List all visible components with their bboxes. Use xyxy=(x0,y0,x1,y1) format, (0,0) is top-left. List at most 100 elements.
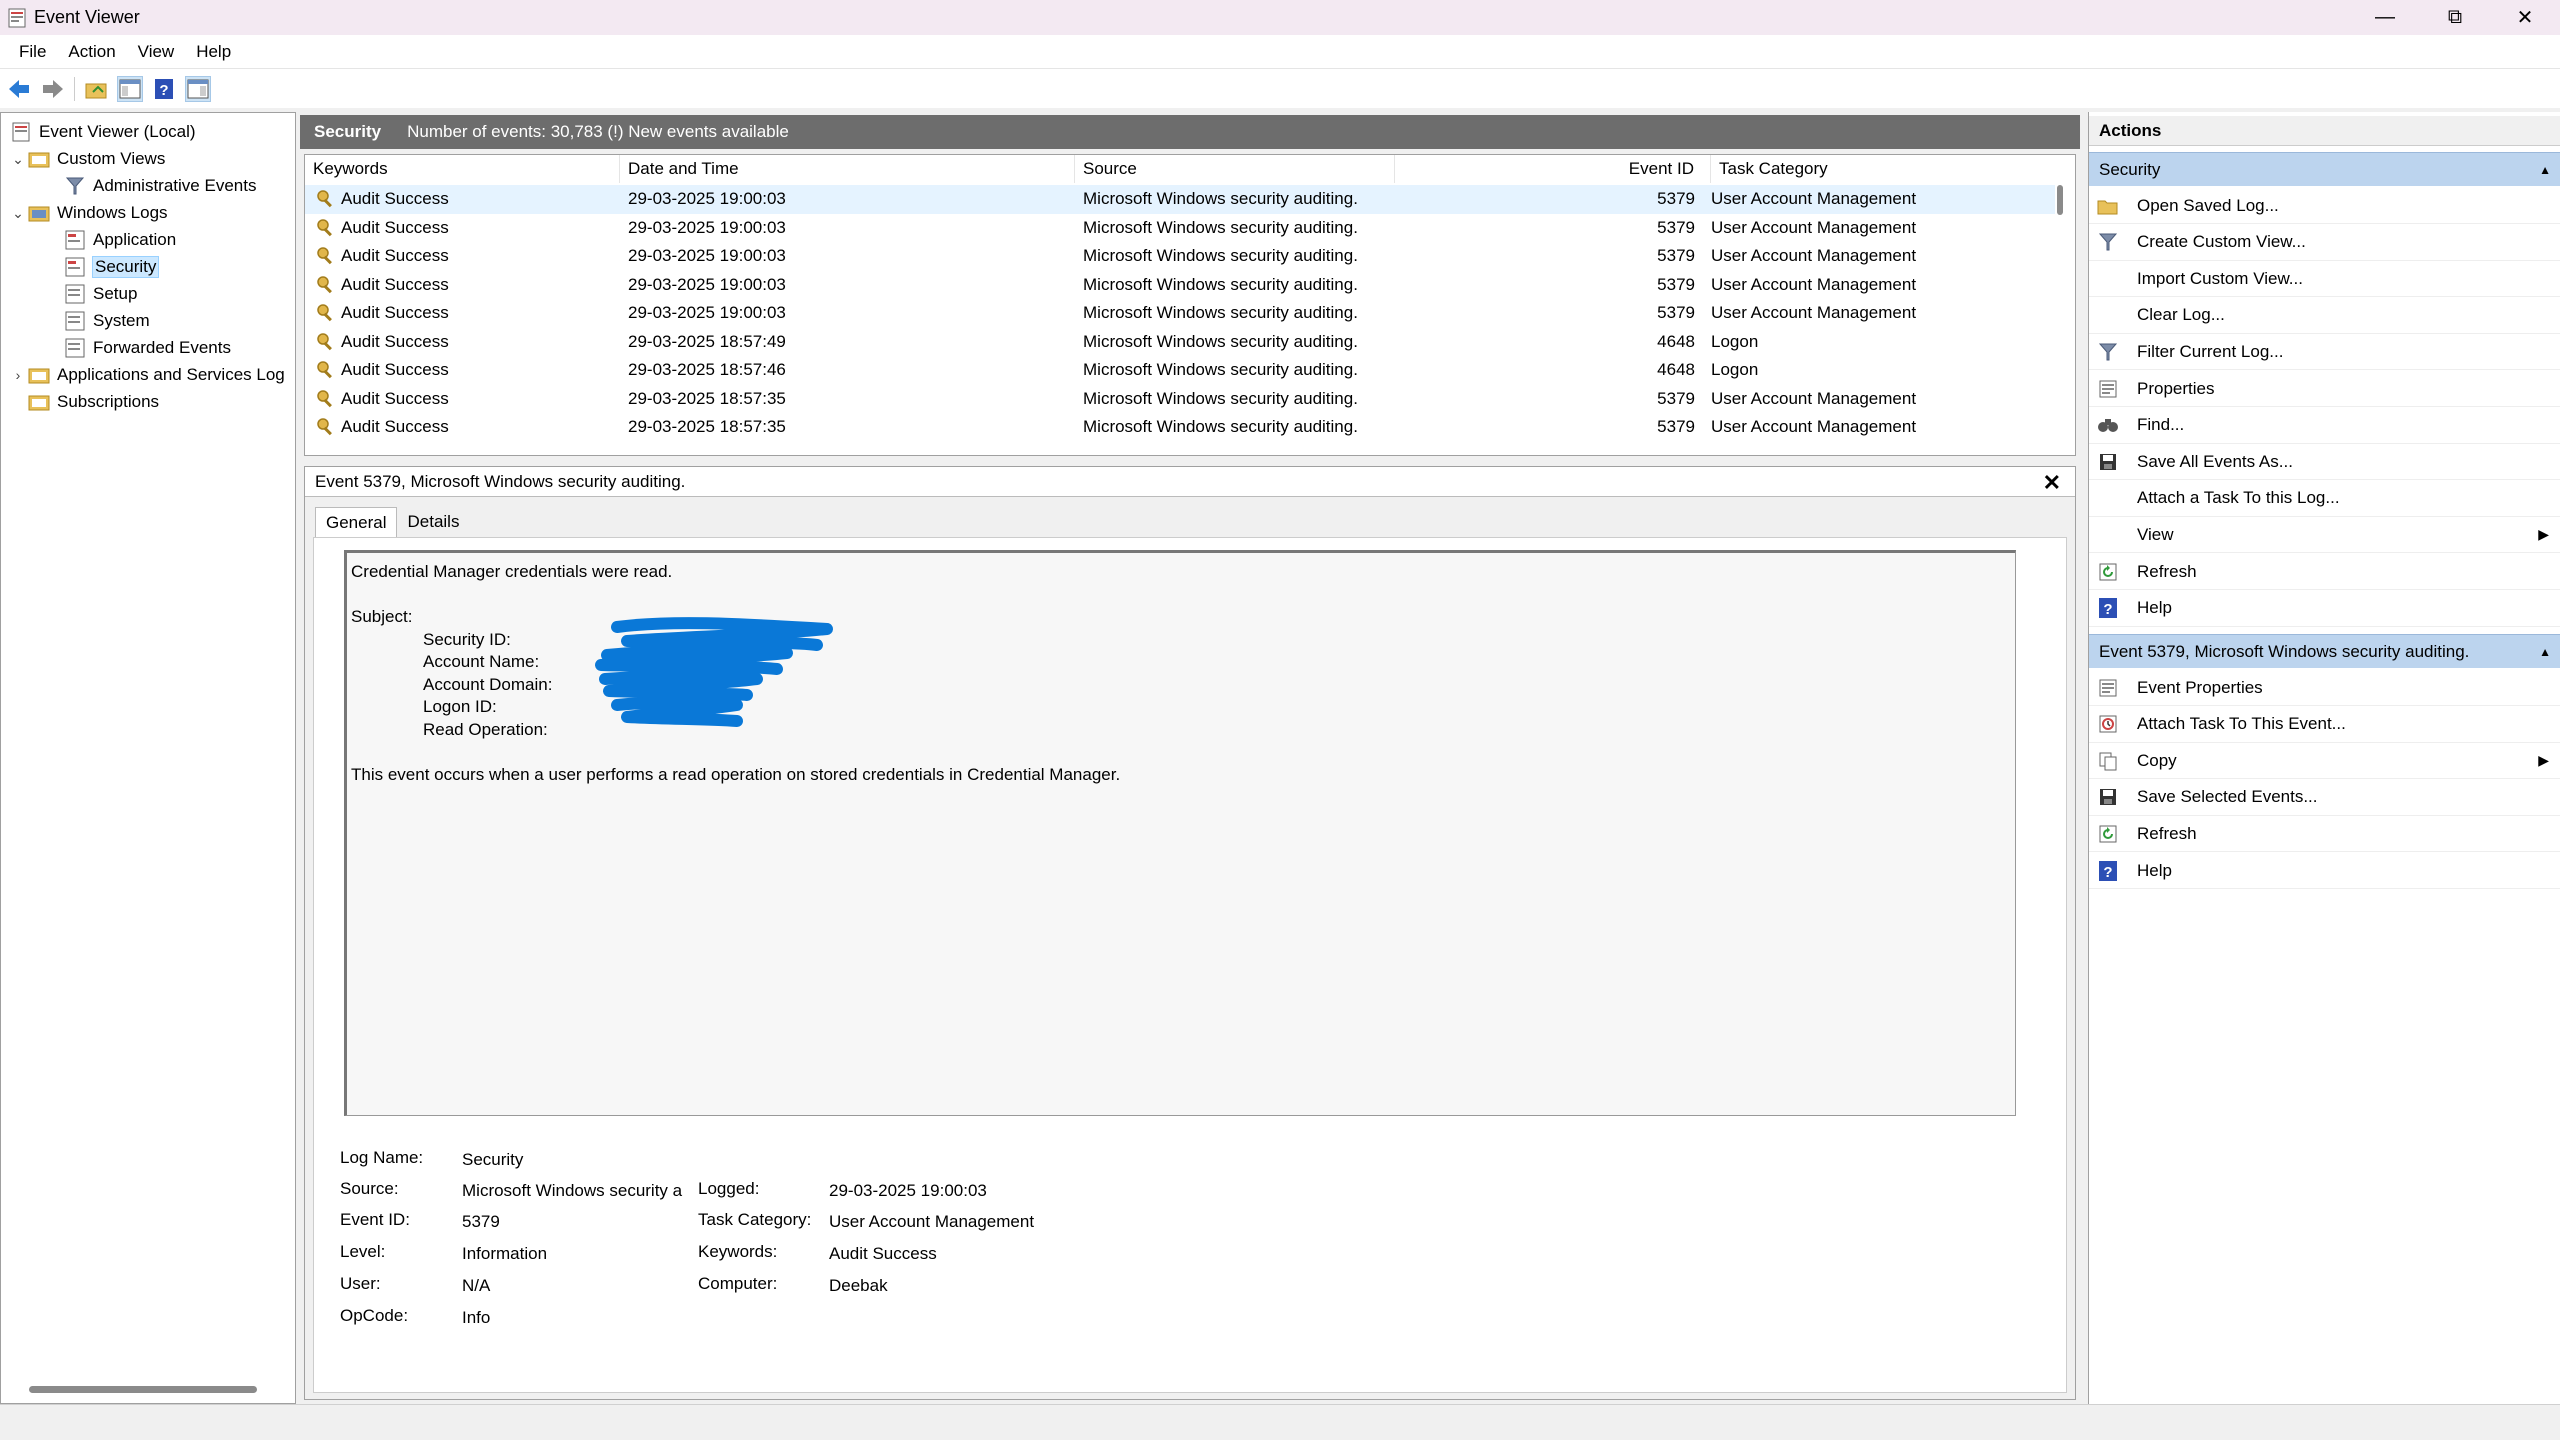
action-item[interactable]: ? Help xyxy=(2089,853,2560,889)
cell-keywords-text: Audit Success xyxy=(341,360,449,380)
show-hide-action-pane-button[interactable] xyxy=(185,75,211,102)
action-item[interactable]: Find... xyxy=(2089,408,2560,444)
restore-button[interactable]: ⧉ xyxy=(2420,0,2490,35)
prop-value-keywords[interactable]: Audit Success xyxy=(829,1244,937,1264)
tab-general[interactable]: General xyxy=(315,507,398,538)
task-icon xyxy=(2095,711,2121,737)
prop-value-level[interactable]: Information xyxy=(462,1244,547,1264)
column-source[interactable]: Source xyxy=(1075,155,1395,183)
tree-item-system[interactable]: System xyxy=(63,308,150,334)
cell-task-category: User Account Management xyxy=(1711,388,1917,408)
tree-item-forwarded-events[interactable]: Forwarded Events xyxy=(63,335,231,361)
cell-task-category: User Account Management xyxy=(1711,303,1917,323)
cell-event-id: 5379 xyxy=(1657,246,1695,266)
action-item[interactable]: Clear Log... xyxy=(2089,298,2560,334)
chevron-down-icon[interactable]: ⌄ xyxy=(9,151,27,168)
action-item[interactable]: Properties xyxy=(2089,371,2560,407)
chevron-right-icon[interactable]: › xyxy=(9,367,27,383)
tree-label: Subscriptions xyxy=(57,392,160,411)
close-detail-icon[interactable]: ✕ xyxy=(2043,470,2061,496)
prop-label-opcode: OpCode: xyxy=(340,1306,409,1325)
table-row[interactable]: Audit Success 29-03-2025 19:00:03 Microsof… xyxy=(305,185,2055,214)
tree-item-applications-and-services[interactable]: › Applications and Services Log xyxy=(9,362,285,388)
prop-value-event-id[interactable]: 5379 xyxy=(462,1212,500,1232)
action-label: Attach a Task To this Log... xyxy=(2137,488,2340,508)
table-row[interactable]: Audit Success 29-03-2025 18:57:35 Microsof… xyxy=(305,385,2055,414)
cell-task-category: User Account Management xyxy=(1711,217,1917,237)
chevron-down-icon[interactable]: ⌄ xyxy=(9,205,27,222)
up-folder-button[interactable] xyxy=(83,76,109,102)
table-row[interactable]: Audit Success 29-03-2025 18:57:35 Microsof… xyxy=(305,413,2055,442)
help-toolbar-button[interactable]: ? xyxy=(151,76,177,102)
tree-item-application[interactable]: Application xyxy=(63,227,176,253)
collapse-caret-icon[interactable]: ▲ xyxy=(2539,163,2551,177)
tree-item-administrative-events[interactable]: Administrative Events xyxy=(63,173,256,199)
table-row[interactable]: Audit Success 29-03-2025 19:00:03 Microsof… xyxy=(305,242,2055,271)
forward-button[interactable] xyxy=(40,76,66,102)
table-row[interactable]: Audit Success 29-03-2025 18:57:49 Microsof… xyxy=(305,328,2055,357)
tree-item-setup[interactable]: Setup xyxy=(63,281,137,307)
action-item[interactable]: Open Saved Log... xyxy=(2089,188,2560,224)
table-row[interactable]: Audit Success 29-03-2025 19:00:03 Microsof… xyxy=(305,299,2055,328)
status-bar xyxy=(0,1404,2560,1440)
column-date-time[interactable]: Date and Time xyxy=(620,155,1075,183)
event-detail-title: Event 5379, Microsoft Windows security a… xyxy=(315,471,686,491)
prop-value-task-category[interactable]: User Account Management xyxy=(829,1212,1034,1232)
blank-icon xyxy=(2095,266,2121,292)
menu-file[interactable]: File xyxy=(8,42,57,62)
event-list: Keywords Date and Time Source Event ID T… xyxy=(304,154,2076,456)
actions-section-security[interactable]: Security ▲ xyxy=(2089,152,2560,186)
action-item[interactable]: Attach a Task To this Log... xyxy=(2089,481,2560,517)
action-item[interactable]: Import Custom View... xyxy=(2089,261,2560,298)
action-item[interactable]: ? Help xyxy=(2089,591,2560,627)
audit-key-icon xyxy=(315,245,337,267)
table-row[interactable]: Audit Success 29-03-2025 19:00:03 Microsof… xyxy=(305,214,2055,243)
detail-tabs: General Details xyxy=(315,507,469,538)
prop-label-event-id: Event ID: xyxy=(340,1210,410,1229)
action-item[interactable]: Refresh xyxy=(2089,554,2560,590)
tab-details[interactable]: Details xyxy=(397,507,469,538)
close-window-button[interactable]: ✕ xyxy=(2490,0,2560,35)
prop-value-computer[interactable]: Deebak xyxy=(829,1276,888,1296)
actions-section-event[interactable]: Event 5379, Microsoft Windows security a… xyxy=(2089,634,2560,668)
minimize-button[interactable]: — xyxy=(2350,0,2420,35)
audit-key-icon xyxy=(315,416,337,438)
prop-value-logged[interactable]: 29-03-2025 19:00:03 xyxy=(829,1181,987,1201)
prop-value-user[interactable]: N/A xyxy=(462,1276,490,1296)
tree-item-subscriptions[interactable]: Subscriptions xyxy=(27,389,159,415)
show-hide-console-tree-button[interactable] xyxy=(117,75,143,102)
menu-view[interactable]: View xyxy=(127,42,186,62)
tree-item-event-viewer-local[interactable]: Event Viewer (Local) xyxy=(9,119,196,145)
action-item[interactable]: Event Properties xyxy=(2089,670,2560,706)
event-message[interactable]: Credential Manager credentials were read… xyxy=(344,550,2016,1116)
cell-keywords-text: Audit Success xyxy=(341,331,449,351)
column-task-category[interactable]: Task Category xyxy=(1711,155,2057,183)
vertical-scrollbar[interactable] xyxy=(2057,185,2063,215)
audit-key-icon xyxy=(315,302,337,324)
table-row[interactable]: Audit Success 29-03-2025 18:57:46 Microsof… xyxy=(305,356,2055,385)
action-item[interactable]: Save All Events As... xyxy=(2089,444,2560,481)
table-row[interactable]: Audit Success 29-03-2025 19:00:03 Microsof… xyxy=(305,271,2055,300)
prop-value-opcode[interactable]: Info xyxy=(462,1308,490,1328)
horizontal-scrollbar[interactable] xyxy=(29,1386,257,1393)
action-item[interactable]: Refresh xyxy=(2089,816,2560,853)
menu-help[interactable]: Help xyxy=(185,42,242,62)
message-line: Credential Manager credentials were read… xyxy=(351,562,673,581)
action-item[interactable]: Copy ▶ xyxy=(2089,743,2560,780)
menu-action[interactable]: Action xyxy=(57,42,126,62)
tree-item-windows-logs[interactable]: ⌄ Windows Logs xyxy=(9,200,167,226)
action-item[interactable]: Save Selected Events... xyxy=(2089,780,2560,816)
tree-item-custom-views[interactable]: ⌄ Custom Views xyxy=(9,146,165,172)
action-item[interactable]: Create Custom View... xyxy=(2089,225,2560,261)
action-item[interactable]: Filter Current Log... xyxy=(2089,334,2560,371)
column-keywords[interactable]: Keywords xyxy=(305,155,620,183)
prop-value-source[interactable]: Microsoft Windows security a xyxy=(462,1181,688,1201)
prop-value-log-name[interactable]: Security xyxy=(462,1150,523,1170)
column-event-id[interactable]: Event ID xyxy=(1395,155,1711,183)
action-item[interactable]: View ▶ xyxy=(2089,517,2560,554)
back-button[interactable] xyxy=(6,76,32,102)
action-label: Open Saved Log... xyxy=(2137,195,2279,215)
tree-item-security[interactable]: Security xyxy=(63,254,160,280)
collapse-caret-icon[interactable]: ▲ xyxy=(2539,645,2551,659)
action-item[interactable]: Attach Task To This Event... xyxy=(2089,707,2560,743)
